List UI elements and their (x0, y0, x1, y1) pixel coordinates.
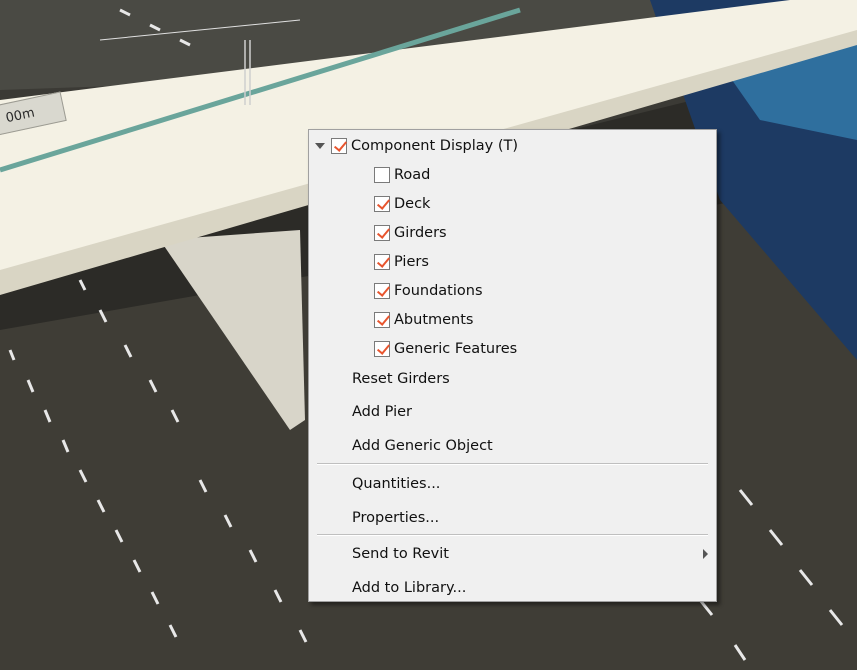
deck-checkbox[interactable] (374, 196, 390, 212)
menu-item-label: Quantities... (352, 476, 441, 492)
menu-item-deck[interactable]: Deck (374, 190, 716, 218)
component-display-checkbox[interactable] (331, 138, 347, 154)
menu-item-label: Abutments (394, 312, 474, 328)
menu-item-add-generic-object[interactable]: Add Generic Object (309, 430, 716, 462)
menu-item-label: Deck (394, 196, 431, 212)
menu-item-piers[interactable]: Piers (374, 248, 716, 276)
abutments-checkbox[interactable] (374, 312, 390, 328)
menu-separator (317, 463, 708, 465)
menu-item-abutments[interactable]: Abutments (374, 306, 716, 334)
menu-item-send-to-revit[interactable]: Send to Revit (309, 538, 716, 570)
menu-item-label: Road (394, 167, 431, 183)
girders-checkbox[interactable] (374, 225, 390, 241)
menu-item-label: Properties... (352, 510, 440, 526)
chevron-right-icon (703, 549, 708, 559)
triangle-down-icon[interactable] (315, 143, 325, 149)
road-checkbox[interactable] (374, 167, 390, 183)
context-menu: Component Display (T) Road Deck Girders … (308, 129, 717, 602)
menu-item-label: Girders (394, 225, 447, 241)
component-display-group[interactable]: Component Display (T) (315, 132, 716, 160)
menu-item-label: Add Generic Object (352, 438, 493, 454)
menu-item-reset-girders[interactable]: Reset Girders (309, 363, 716, 395)
menu-item-label: Piers (394, 254, 429, 270)
menu-separator (317, 534, 708, 536)
menu-item-properties[interactable]: Properties... (309, 502, 716, 534)
menu-item-label: Generic Features (394, 341, 518, 357)
generic-features-checkbox[interactable] (374, 341, 390, 357)
component-display-label: Component Display (T) (351, 138, 519, 154)
menu-item-road[interactable]: Road (374, 161, 716, 189)
menu-item-quantities[interactable]: Quantities... (309, 468, 716, 500)
menu-item-girders[interactable]: Girders (374, 219, 716, 247)
foundations-checkbox[interactable] (374, 283, 390, 299)
menu-item-label: Reset Girders (352, 371, 450, 387)
menu-item-label: Add to Library... (352, 580, 467, 596)
menu-item-label: Add Pier (352, 404, 413, 420)
menu-item-add-pier[interactable]: Add Pier (309, 396, 716, 428)
menu-item-generic-features[interactable]: Generic Features (374, 335, 716, 363)
menu-item-label: Foundations (394, 283, 483, 299)
menu-item-foundations[interactable]: Foundations (374, 277, 716, 305)
piers-checkbox[interactable] (374, 254, 390, 270)
menu-item-label: Send to Revit (352, 546, 449, 562)
menu-item-add-to-library[interactable]: Add to Library... (309, 572, 716, 604)
